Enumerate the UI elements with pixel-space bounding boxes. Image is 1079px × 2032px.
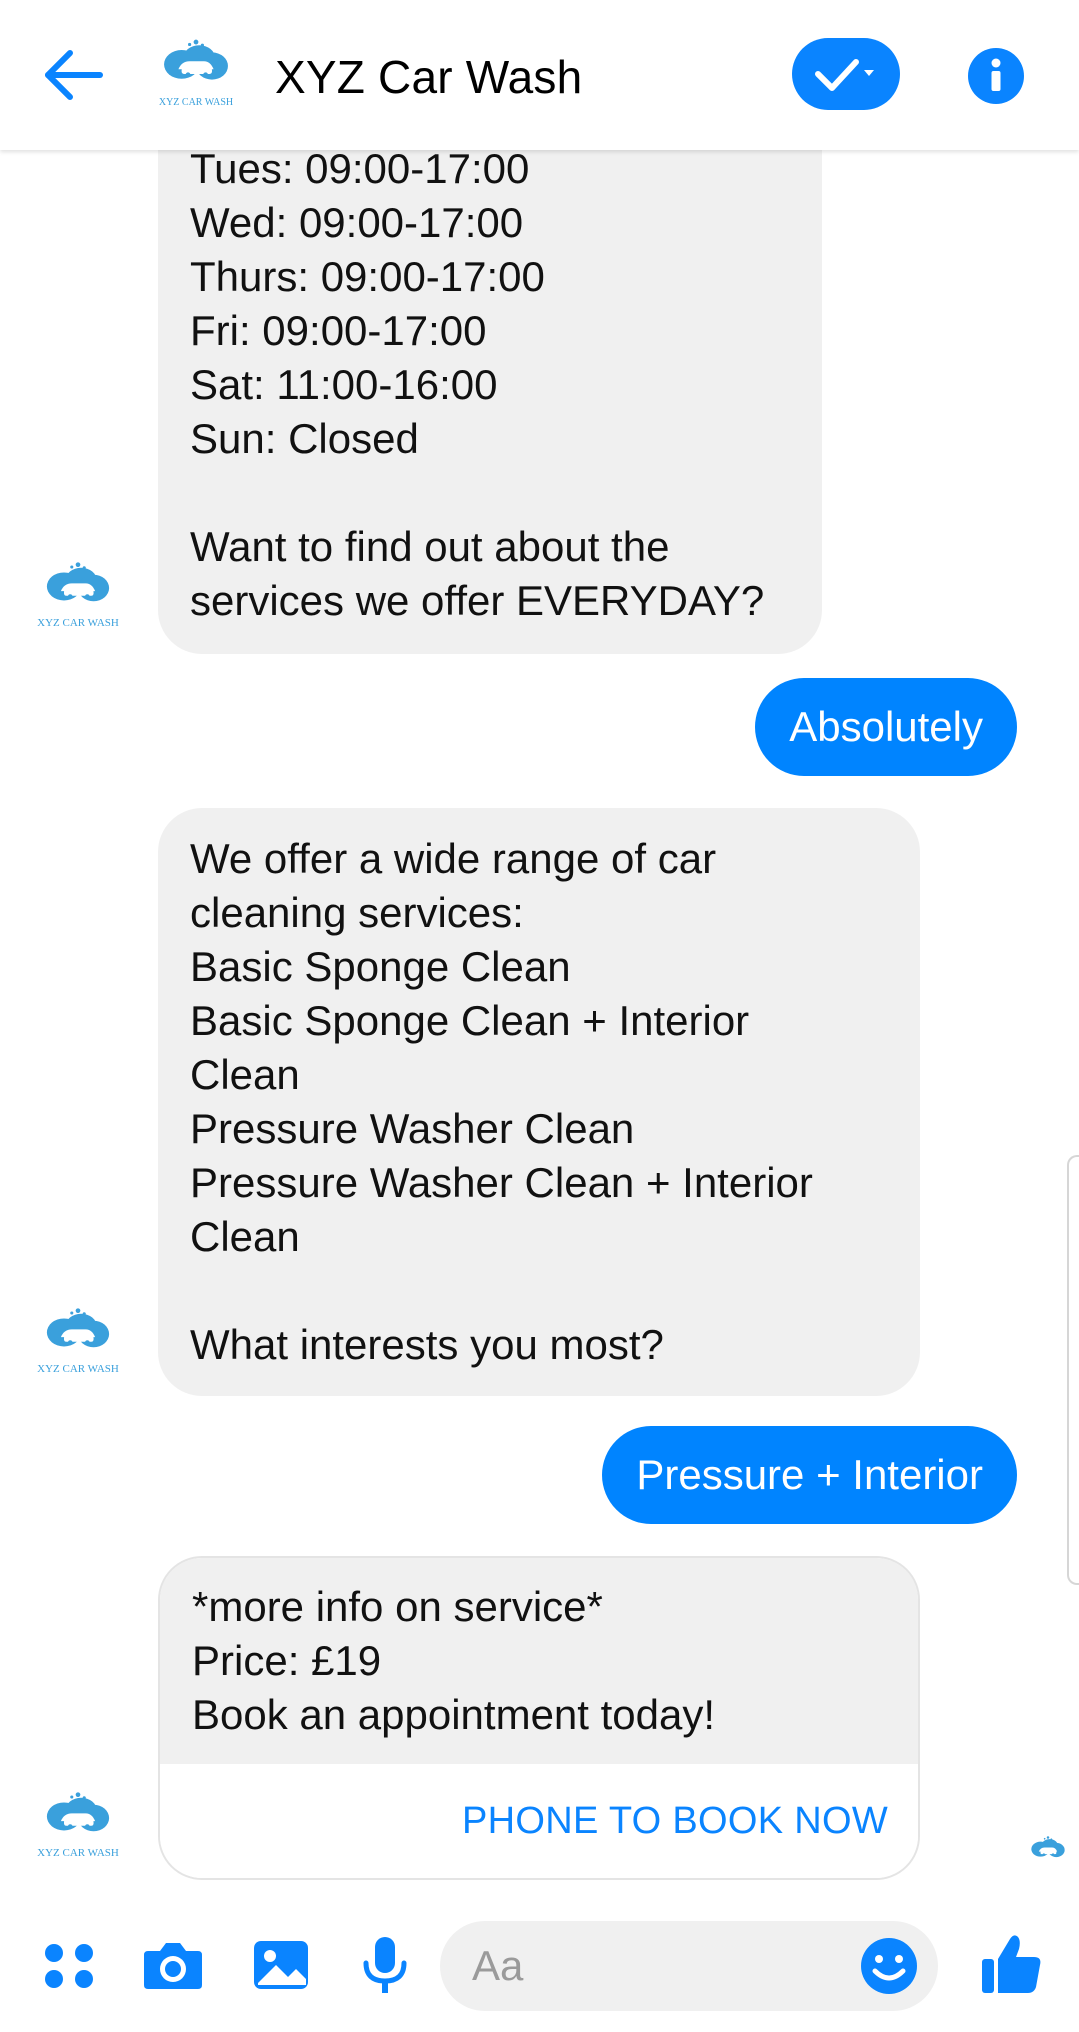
image-icon [254, 1941, 308, 1989]
camera-icon [144, 1943, 202, 1989]
phone-to-book-button[interactable]: PHONE TO BOOK NOW [160, 1764, 918, 1878]
sender-avatar: XYZ CAR WASH [30, 560, 126, 630]
outgoing-message[interactable]: Pressure + Interior [602, 1426, 1017, 1524]
service-card-text: *more info on service* Price: £19 Book a… [160, 1558, 918, 1764]
conversation-title[interactable]: XYZ Car Wash [275, 50, 582, 104]
car-wash-logo-icon [150, 36, 242, 96]
outgoing-message[interactable]: Absolutely [755, 678, 1017, 776]
logo-caption: XYZ CAR WASH [37, 1363, 119, 1375]
emoji-button[interactable] [856, 1933, 922, 1999]
message-input[interactable] [472, 1921, 832, 2011]
message-thread[interactable]: Tues: 09:00-17:00 Wed: 09:00-17:00 Thurs… [0, 150, 1079, 1895]
like-button[interactable] [976, 1929, 1046, 1999]
message-composer [0, 1895, 1079, 2032]
checkmark-dropdown-icon [815, 59, 874, 91]
microphone-icon [363, 1937, 407, 1993]
car-wash-logo-icon [1028, 1835, 1068, 1865]
logo-caption: XYZ CAR WASH [37, 1847, 119, 1859]
four-dots-icon [45, 1944, 93, 1988]
camera-button[interactable] [138, 1929, 208, 1999]
info-icon [991, 58, 1001, 91]
car-wash-logo-icon [30, 1790, 126, 1846]
car-wash-logo-icon [30, 1306, 126, 1362]
smiley-icon [861, 1938, 917, 1994]
car-wash-logo-icon [30, 560, 126, 616]
seen-indicator-avatar [1028, 1835, 1068, 1865]
manage-messages-button[interactable] [792, 38, 900, 110]
logo-caption: XYZ CAR WASH [37, 617, 119, 629]
logo-caption: XYZ CAR WASH [158, 97, 234, 108]
voice-button[interactable] [350, 1929, 420, 1999]
conversation-header: XYZ CAR WASH XYZ Car Wash [0, 0, 1079, 150]
service-card: *more info on service* Price: £19 Book a… [158, 1556, 920, 1880]
incoming-message-hours[interactable]: Tues: 09:00-17:00 Wed: 09:00-17:00 Thurs… [158, 150, 822, 654]
info-button[interactable] [968, 48, 1024, 104]
back-arrow-icon [45, 50, 103, 100]
thumbs-up-icon [982, 1935, 1041, 1993]
sender-avatar: XYZ CAR WASH [30, 1790, 126, 1860]
sender-avatar: XYZ CAR WASH [30, 1306, 126, 1376]
gallery-button[interactable] [246, 1929, 316, 1999]
message-input-container [440, 1921, 938, 2011]
back-button[interactable] [40, 42, 106, 108]
more-apps-button[interactable] [34, 1929, 104, 1999]
page-avatar[interactable]: XYZ CAR WASH [150, 36, 242, 108]
incoming-message-services[interactable]: We offer a wide range of car cleaning se… [158, 808, 920, 1396]
scrollbar[interactable] [1067, 1155, 1079, 1585]
